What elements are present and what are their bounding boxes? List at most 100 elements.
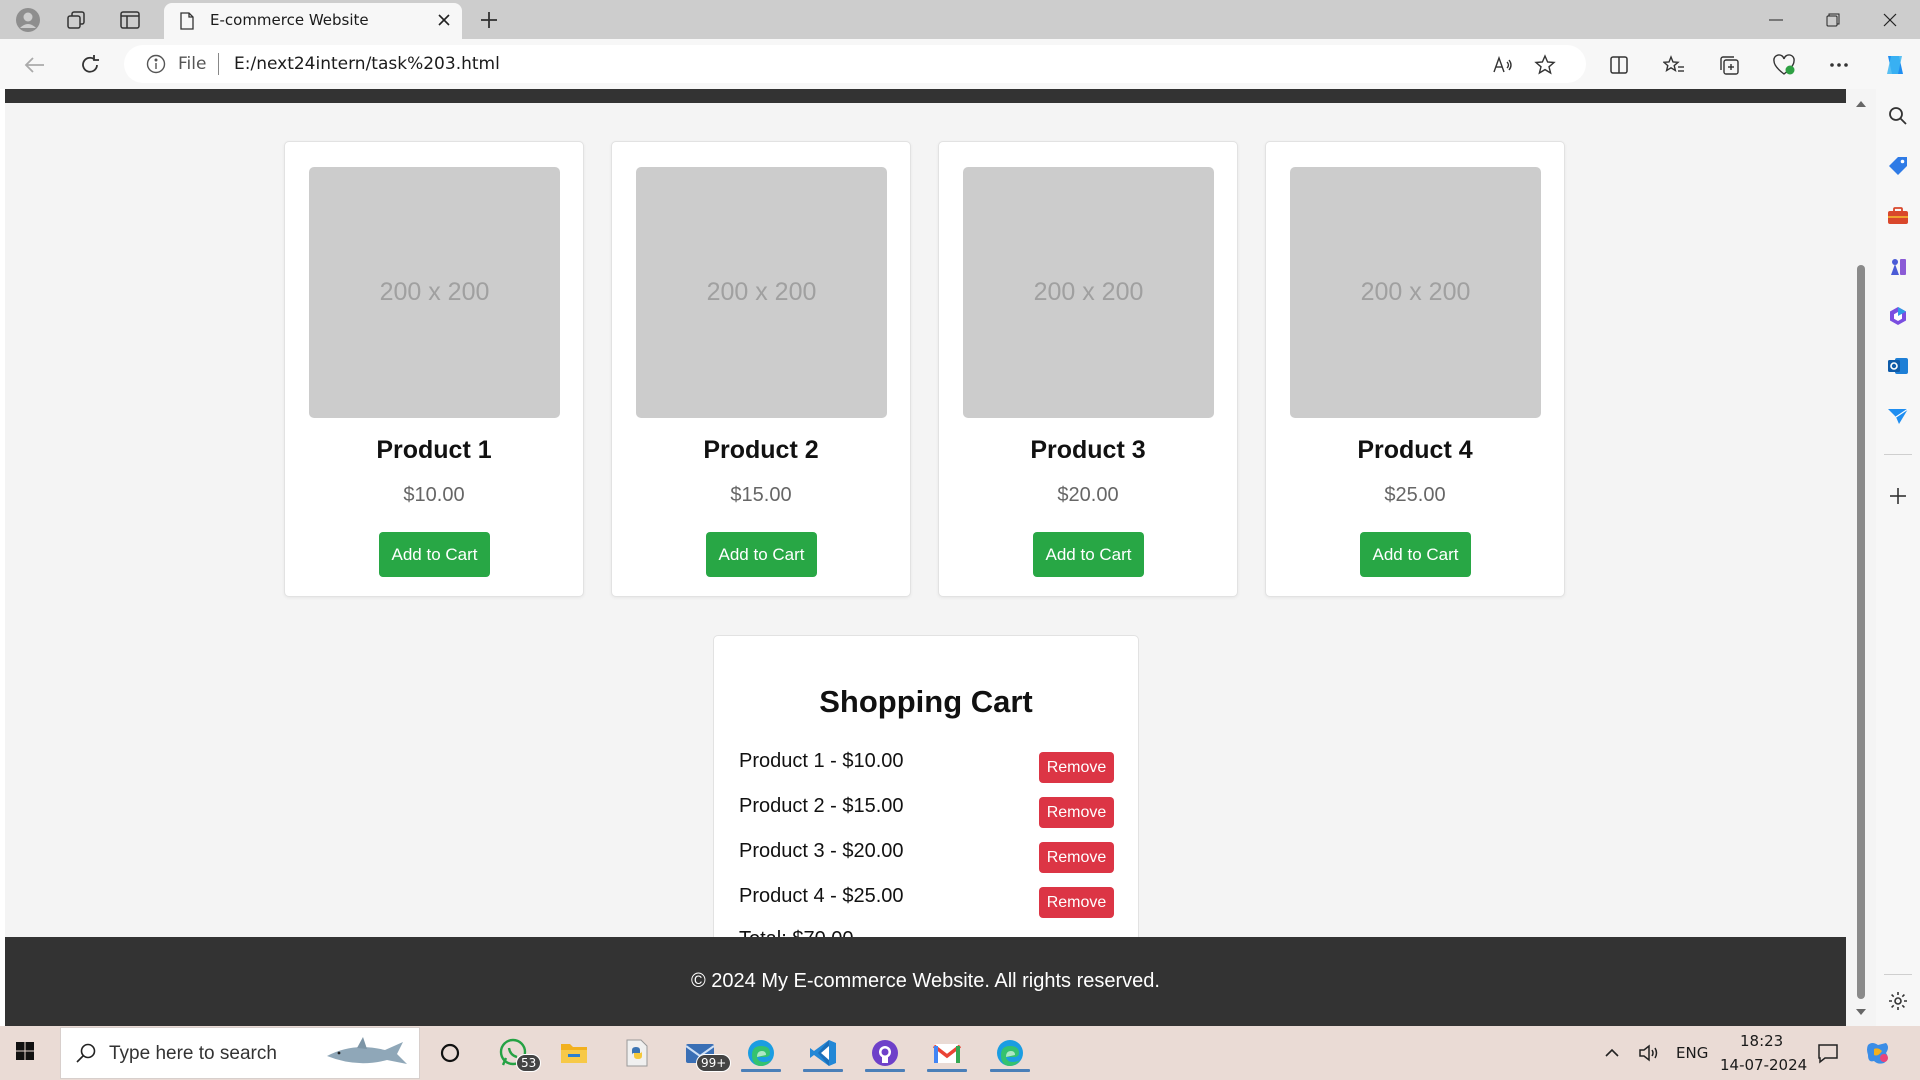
- cart-item-text: Product 1 - $10.00: [739, 750, 904, 772]
- page-scrollbar[interactable]: [1846, 89, 1876, 1026]
- address-bar[interactable]: File E:/next24intern/task%203.html: [124, 45, 1586, 83]
- mail-icon[interactable]: 99+: [680, 1033, 732, 1073]
- cart-item-text: Product 3 - $20.00: [739, 840, 904, 862]
- browser-tab-bar: E-commerce Website: [0, 0, 1920, 39]
- product-image-placeholder: 200 x 200: [309, 167, 560, 418]
- tray-chevron-up-icon[interactable]: [1600, 1033, 1624, 1073]
- restore-button[interactable]: [1805, 4, 1861, 36]
- back-icon[interactable]: [20, 50, 50, 80]
- browser-essentials-icon[interactable]: [1769, 50, 1799, 80]
- taskbar-search-box[interactable]: Type here to search: [60, 1027, 420, 1079]
- vertical-tabs-icon[interactable]: [116, 6, 144, 34]
- tools-briefcase-icon[interactable]: [1886, 204, 1910, 228]
- cart-item: Product 4 - $25.00 Remove: [739, 881, 1114, 918]
- vscode-icon[interactable]: [803, 1033, 843, 1073]
- remove-button[interactable]: Remove: [1039, 797, 1114, 828]
- edge-sidebar: [1876, 89, 1920, 1026]
- profile-icon[interactable]: [14, 6, 42, 34]
- product-image-placeholder: 200 x 200: [636, 167, 887, 418]
- cart-item-text: Product 2 - $15.00: [739, 795, 904, 817]
- mail-badge: 99+: [696, 1054, 732, 1072]
- add-to-cart-button[interactable]: Add to Cart: [1033, 532, 1144, 577]
- tab-ecommerce[interactable]: E-commerce Website: [164, 3, 462, 39]
- page-viewport: 200 x 200 Product 1 $10.00 Add to Cart 2…: [5, 89, 1846, 1026]
- active-indicator: [990, 1069, 1030, 1072]
- remove-button[interactable]: Remove: [1039, 752, 1114, 783]
- edge-active-window-icon[interactable]: [990, 1033, 1030, 1073]
- file-explorer-icon[interactable]: [554, 1033, 594, 1073]
- search-icon[interactable]: [1886, 104, 1910, 128]
- favorites-icon[interactable]: [1659, 50, 1689, 80]
- read-aloud-icon[interactable]: [1490, 53, 1516, 77]
- site-info-icon[interactable]: [146, 54, 166, 79]
- refresh-icon[interactable]: [75, 50, 105, 80]
- add-icon[interactable]: [1886, 484, 1910, 508]
- product-name: Product 2: [703, 436, 819, 464]
- product-price: $20.00: [1057, 484, 1119, 506]
- collections-icon[interactable]: [1714, 50, 1744, 80]
- product-price: $25.00: [1384, 484, 1446, 506]
- scroll-up-arrow-icon[interactable]: [1855, 95, 1867, 113]
- cart-item: Product 2 - $15.00 Remove: [739, 791, 1114, 828]
- send-arrow-icon[interactable]: [1886, 404, 1910, 428]
- add-to-cart-button[interactable]: Add to Cart: [379, 532, 490, 577]
- microsoft-365-icon[interactable]: [1886, 304, 1910, 328]
- shopping-tag-icon[interactable]: [1886, 154, 1910, 178]
- remove-button[interactable]: Remove: [1039, 842, 1114, 873]
- copilot-icon[interactable]: [1880, 50, 1910, 80]
- product-price: $10.00: [403, 484, 465, 506]
- product-image-placeholder: 200 x 200: [963, 167, 1214, 418]
- whatsapp-icon[interactable]: 53: [494, 1033, 542, 1073]
- active-indicator: [927, 1069, 967, 1072]
- new-tab-icon[interactable]: [475, 6, 503, 34]
- address-protocol-label: File: [178, 54, 207, 74]
- cart-title: Shopping Cart: [819, 684, 1033, 719]
- python-idle-icon[interactable]: [617, 1033, 657, 1073]
- more-options-icon[interactable]: [1824, 50, 1854, 80]
- scrollbar-thumb[interactable]: [1857, 265, 1865, 999]
- scroll-down-arrow-icon[interactable]: [1855, 1003, 1867, 1021]
- favorite-star-icon[interactable]: [1532, 53, 1558, 77]
- add-to-cart-button[interactable]: Add to Cart: [1360, 532, 1471, 577]
- clock-time[interactable]: 18:23: [1740, 1032, 1783, 1050]
- outlook-icon[interactable]: [1886, 354, 1910, 378]
- remove-button[interactable]: Remove: [1039, 887, 1114, 918]
- page-header: [5, 89, 1846, 103]
- edge-taskbar-icon[interactable]: [741, 1033, 781, 1073]
- windows-start-icon[interactable]: [12, 1038, 44, 1068]
- add-to-cart-button[interactable]: Add to Cart: [706, 532, 817, 577]
- minimize-button[interactable]: [1748, 4, 1804, 36]
- settings-gear-icon[interactable]: [1886, 989, 1910, 1013]
- task-view-icon[interactable]: [430, 1033, 470, 1073]
- active-indicator: [803, 1069, 843, 1072]
- workspaces-icon[interactable]: [62, 6, 90, 34]
- split-screen-icon[interactable]: [1604, 50, 1634, 80]
- search-icon: [75, 1042, 97, 1069]
- games-icon[interactable]: [1886, 254, 1910, 278]
- product-card: 200 x 200 Product 1 $10.00 Add to Cart: [284, 141, 584, 597]
- address-url[interactable]: E:/next24intern/task%203.html: [234, 54, 500, 74]
- active-indicator: [741, 1069, 781, 1072]
- language-indicator[interactable]: ENG: [1676, 1044, 1708, 1062]
- address-separator: [218, 53, 219, 75]
- notifications-icon[interactable]: [1810, 1033, 1846, 1073]
- github-desktop-icon[interactable]: [865, 1033, 905, 1073]
- close-tab-icon[interactable]: [436, 12, 452, 33]
- cart-item: Product 1 - $10.00 Remove: [739, 746, 1114, 783]
- whatsapp-badge: 53: [516, 1054, 542, 1072]
- close-window-button[interactable]: [1862, 4, 1918, 36]
- shark-illustration-icon: [323, 1034, 409, 1079]
- speaker-volume-icon[interactable]: [1634, 1033, 1664, 1073]
- sidebar-divider: [1884, 454, 1912, 455]
- active-indicator: [865, 1069, 905, 1072]
- copilot-taskbar-icon[interactable]: [1860, 1033, 1896, 1073]
- shopping-cart: Shopping Cart Product 1 - $10.00 Remove …: [713, 635, 1139, 965]
- product-name: Product 1: [376, 436, 492, 464]
- page-icon: [180, 12, 194, 35]
- product-name: Product 3: [1030, 436, 1146, 464]
- gmail-icon[interactable]: [927, 1033, 967, 1073]
- footer-copyright: © 2024 My E-commerce Website. All rights…: [691, 970, 1160, 992]
- clock-date[interactable]: 14-07-2024: [1720, 1056, 1807, 1074]
- cart-item-text: Product 4 - $25.00: [739, 885, 904, 907]
- product-card: 200 x 200 Product 3 $20.00 Add to Cart: [938, 141, 1238, 597]
